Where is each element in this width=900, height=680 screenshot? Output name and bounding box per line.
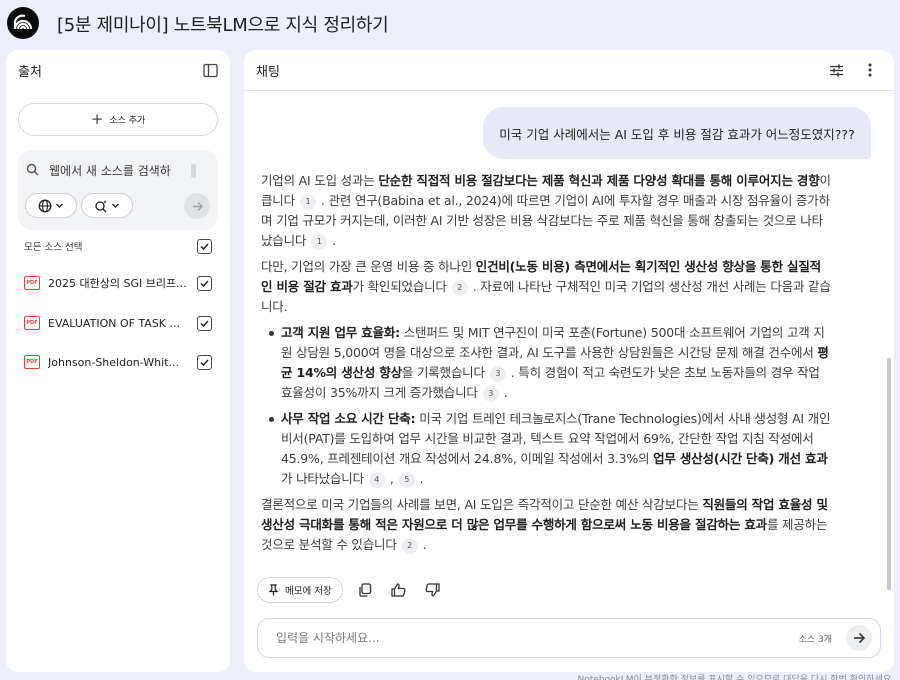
answer-bullet: 고객 지원 업무 효율화: 스탠퍼드 및 MIT 연구진이 미국 포춘(Fort… xyxy=(261,323,831,403)
source-name: Johnson-Sheldon-Whit... xyxy=(48,355,180,369)
source-name: EVALUATION OF TASK ... xyxy=(48,316,180,330)
source-count-label: 소스 3개 xyxy=(798,634,832,645)
assistant-answer: 기업의 AI 도입 성과는 단순한 직접적 비용 절감보다는 제품 혁신과 제품… xyxy=(261,171,831,561)
search-icon xyxy=(26,163,39,179)
top-bar: [5분 제미나이] 노트북LM으로 지식 정리하기 xyxy=(0,0,900,46)
answer-text: 가 확인되었습니다 xyxy=(352,279,447,294)
send-button[interactable] xyxy=(846,625,872,651)
chat-header-divider xyxy=(244,90,894,91)
answer-text: 다만, 기업의 가장 큰 운영 비용 중 하나인 xyxy=(261,259,476,274)
select-all-checkbox[interactable] xyxy=(197,238,212,254)
answer-actions: 메모에 저장 xyxy=(257,577,445,603)
save-to-note-button[interactable]: 메모에 저장 xyxy=(257,577,343,603)
source-item[interactable]: PDF Johnson-Sheldon-Whit... xyxy=(24,351,212,373)
source-name: 2025 대한상의 SGI 브리프... xyxy=(48,277,187,290)
chat-panel: 채팅 미국 기업 사례에서는 AI 도입 후 비용 절감 효과가 어느정도였지?… xyxy=(244,50,894,672)
chat-input[interactable] xyxy=(276,631,799,645)
copy-icon[interactable] xyxy=(353,578,377,602)
sources-panel-title: 출처 xyxy=(18,64,42,80)
answer-text: . xyxy=(419,471,424,486)
answer-bold-text: 단순한 직접적 비용 절감보다는 제품 혁신과 제품 다양성 확대를 통해 이루… xyxy=(378,173,820,188)
answer-bold-text: 업무 생산성(시간 단축) 개선 효과 xyxy=(653,451,828,466)
chat-panel-header: 채팅 xyxy=(244,50,894,90)
sources-panel-header: 출처 xyxy=(6,50,230,90)
citation-chip[interactable]: 2 xyxy=(401,538,418,554)
answer-bold-text: 사무 작업 소요 시간 단축: xyxy=(281,411,416,426)
answer-paragraph: 기업의 AI 도입 성과는 단순한 직접적 비용 절감보다는 제품 혁신과 제품… xyxy=(261,171,831,251)
more-vert-icon[interactable] xyxy=(858,58,882,82)
answer-text: 을 기록했습니다 xyxy=(401,365,485,380)
citation-chip[interactable]: 3 xyxy=(489,366,506,382)
user-message-bubble: 미국 기업 사례에서는 AI 도입 후 비용 절감 효과가 어느정도였지??? xyxy=(483,107,871,159)
answer-text: 가 나타났습니다 xyxy=(281,471,364,486)
check-icon xyxy=(200,279,209,287)
pdf-file-icon: PDF xyxy=(24,355,40,369)
chat-scrollbar[interactable] xyxy=(887,358,891,590)
citation-chip[interactable]: 5 xyxy=(398,472,415,488)
citation-chip[interactable]: 2 xyxy=(451,280,468,296)
check-icon xyxy=(200,242,209,250)
pdf-file-icon: PDF xyxy=(24,316,40,330)
plus-icon: + xyxy=(90,110,104,128)
source-search-box xyxy=(18,150,218,230)
text-cursor-icon xyxy=(191,164,196,178)
check-icon xyxy=(200,358,209,366)
answer-bold-text: 고객 지원 업무 효율화: xyxy=(281,325,400,340)
notebooklm-logo-icon[interactable] xyxy=(7,7,39,39)
select-all-sources-row: 모든 소스 선택 xyxy=(24,236,212,256)
source-item[interactable]: PDF 2025 대한상의 SGI 브리프... xyxy=(24,272,212,294)
answer-paragraph: 다만, 기업의 가장 큰 운영 비용 중 하나인 인건비(노동 비용) 측면에서… xyxy=(261,257,831,317)
web-source-dropdown[interactable] xyxy=(25,193,77,218)
notebook-title[interactable]: [5분 제미나이] 노트북LM으로 지식 정리하기 xyxy=(57,11,389,37)
disclaimer-note: NotebookLM이 부정확한 정보를 표시할 수 있으므로 대답을 다시 한… xyxy=(577,675,894,680)
chevron-down-icon xyxy=(112,203,119,208)
research-mode-dropdown[interactable] xyxy=(81,193,133,218)
collapse-panel-icon[interactable] xyxy=(198,58,222,82)
source-checkbox[interactable] xyxy=(197,275,212,291)
globe-icon xyxy=(38,199,52,212)
answer-text: . xyxy=(332,233,336,248)
citation-chip[interactable]: 3 xyxy=(482,386,499,402)
source-search-input[interactable] xyxy=(49,164,181,178)
thumbs-down-icon[interactable] xyxy=(421,578,445,602)
pdf-file-icon: PDF xyxy=(24,276,40,290)
chat-input-bar: 소스 3개 xyxy=(257,618,881,658)
chevron-down-icon xyxy=(56,203,63,208)
answer-text: , xyxy=(389,471,394,486)
answer-text: 기업의 AI 도입 성과는 xyxy=(261,173,379,188)
citation-chip[interactable]: 1 xyxy=(311,234,328,250)
source-item[interactable]: PDF EVALUATION OF TASK ... xyxy=(24,312,212,334)
sparkle-search-icon xyxy=(95,199,107,212)
save-to-note-label: 메모에 저장 xyxy=(285,586,332,597)
source-search-row xyxy=(26,160,210,182)
tune-settings-icon[interactable] xyxy=(824,58,848,82)
thumbs-up-icon[interactable] xyxy=(387,578,411,602)
pin-icon xyxy=(268,584,279,596)
answer-bullet: 사무 작업 소요 시간 단축: 미국 기업 트레인 테크놀로지스(Trane T… xyxy=(261,409,831,489)
check-icon xyxy=(200,319,209,327)
citation-chip[interactable]: 1 xyxy=(299,194,316,210)
add-source-button[interactable]: + 소스 추가 xyxy=(18,103,218,136)
select-all-label: 모든 소스 선택 xyxy=(24,242,83,253)
search-submit-button[interactable] xyxy=(184,193,210,219)
arrow-right-icon xyxy=(192,201,203,211)
source-checkbox[interactable] xyxy=(197,354,212,370)
chat-header-actions xyxy=(824,58,882,82)
answer-text: . xyxy=(422,537,427,552)
answer-text: 결론적으로 미국 기업들의 사례를 보면, AI 도입은 즉각적이고 단순한 예… xyxy=(261,497,703,512)
answer-bullet-list: 고객 지원 업무 효율화: 스탠퍼드 및 MIT 연구진이 미국 포춘(Fort… xyxy=(261,323,831,489)
answer-text: . xyxy=(503,385,508,400)
source-checkbox[interactable] xyxy=(197,315,212,331)
add-source-label: 소스 추가 xyxy=(109,116,146,126)
citation-chip[interactable]: 4 xyxy=(368,472,385,488)
answer-text: . 관련 연구(Babina et al., 2024)에 따르면 기업이 AI… xyxy=(261,193,830,248)
sources-panel: 출처 + 소스 추가 모든 소스 선택 xyxy=(6,50,230,672)
chat-panel-title: 채팅 xyxy=(256,64,280,80)
arrow-right-icon xyxy=(854,632,866,644)
answer-paragraph: 결론적으로 미국 기업들의 사례를 보면, AI 도입은 즉각적이고 단순한 예… xyxy=(261,495,831,555)
